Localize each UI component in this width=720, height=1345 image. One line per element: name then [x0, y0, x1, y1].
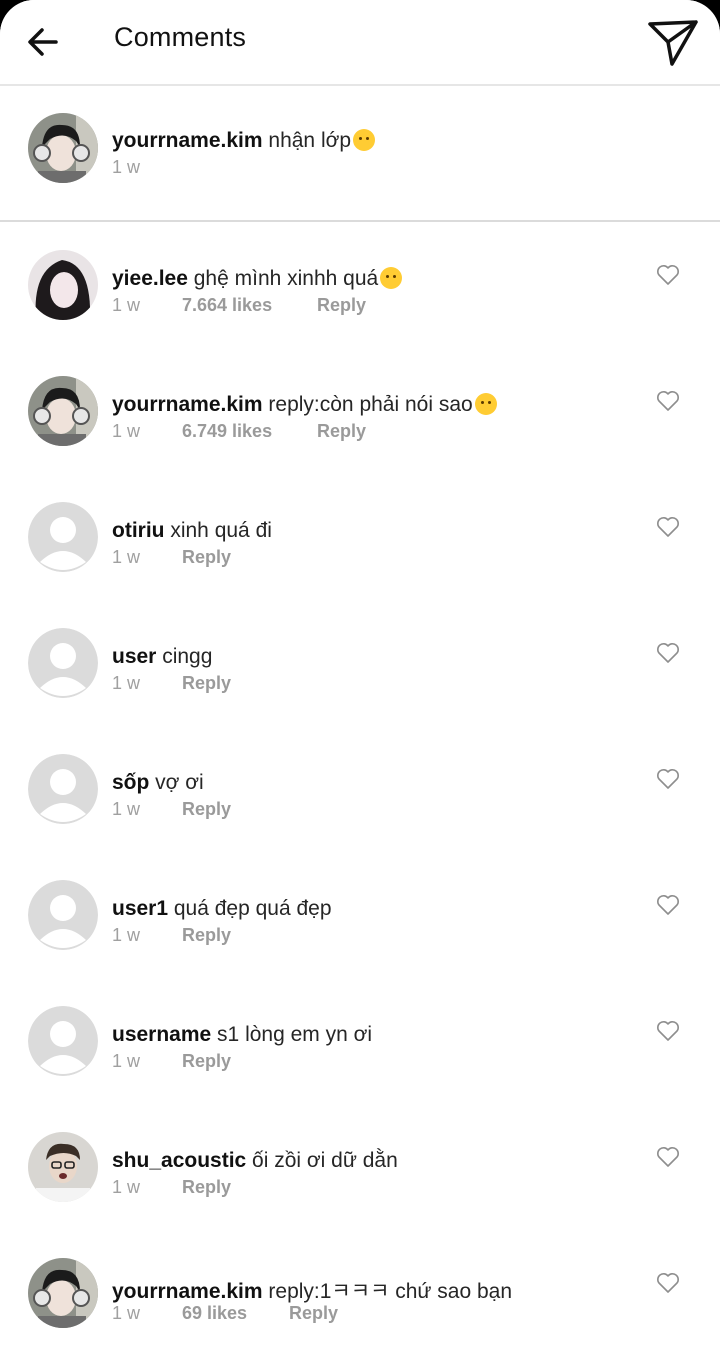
comment-text: yourrname.kim reply:còn phải nói sao — [112, 393, 497, 417]
reply-button[interactable]: Reply — [182, 547, 231, 568]
comments-screen: Comments yourrname.kim nhận lớp 1 w yiee… — [0, 0, 720, 1345]
comment-row: username s1 lòng em yn ơi 1 w Reply — [0, 976, 720, 1102]
comment-username[interactable]: user1 — [112, 897, 168, 920]
comment-username[interactable]: username — [112, 1023, 211, 1046]
heart-icon[interactable] — [656, 894, 680, 916]
comment-username[interactable]: yiee.lee — [112, 267, 188, 290]
comment-row: user1 quá đẹp quá đẹp 1 w Reply — [0, 850, 720, 976]
comment-message: ối zồi ơi dữ dằn — [246, 1149, 398, 1172]
avatar-photo — [28, 250, 98, 320]
avatar[interactable] — [28, 113, 98, 183]
reply-button[interactable]: Reply — [182, 925, 231, 946]
heart-icon[interactable] — [656, 390, 680, 412]
likes-count[interactable]: 7.664 likes — [182, 295, 272, 316]
reply-button[interactable]: Reply — [182, 1051, 231, 1072]
comment-text: username s1 lòng em yn ơi — [112, 1023, 372, 1047]
comment-row: yourrname.kim reply:1ㅋㅋㅋ chứ sao bạn 1 w… — [0, 1228, 720, 1345]
avatar-photo — [28, 376, 98, 446]
avatar-photo — [28, 1132, 98, 1202]
default-avatar-icon — [28, 754, 98, 824]
avatar[interactable] — [28, 502, 98, 572]
comment-text: user cingg — [112, 645, 212, 669]
avatar-photo — [28, 113, 98, 183]
post-caption: yourrname.kim nhận lớp 1 w — [0, 86, 720, 222]
comment-row: sốp vợ ơi 1 w Reply — [0, 724, 720, 850]
comment-username[interactable]: yourrname.kim — [112, 1280, 263, 1303]
comment-row: yiee.lee ghệ mình xinhh quá 1 w 7.664 li… — [0, 220, 720, 346]
kissing-heart-emoji — [353, 129, 376, 151]
comment-text: shu_acoustic ối zồi ơi dữ dằn — [112, 1149, 398, 1173]
comment-message: quá đẹp quá đẹp — [168, 897, 332, 920]
top-bar: Comments — [0, 0, 720, 86]
comment-row: shu_acoustic ối zồi ơi dữ dằn 1 w Reply — [0, 1102, 720, 1228]
avatar[interactable] — [28, 628, 98, 698]
avatar[interactable] — [28, 1006, 98, 1076]
heart-icon[interactable] — [656, 264, 680, 286]
comment-text: otiriu xinh quá đi — [112, 519, 272, 543]
comment-message: reply:1ㅋㅋㅋ chứ sao bạn — [262, 1280, 513, 1303]
avatar-photo — [28, 1258, 98, 1328]
default-avatar-icon — [28, 880, 98, 950]
comment-time: 1 w — [112, 1177, 141, 1197]
page-title: Comments — [114, 22, 247, 52]
avatar[interactable] — [28, 1258, 98, 1328]
comment-time: 1 w — [112, 295, 141, 315]
reply-button[interactable]: Reply — [317, 295, 366, 316]
avatar[interactable] — [28, 1132, 98, 1202]
caption-username[interactable]: yourrname.kim — [112, 129, 263, 152]
avatar[interactable] — [28, 880, 98, 950]
reply-button[interactable]: Reply — [182, 799, 231, 820]
likes-count[interactable]: 6.749 likes — [182, 421, 272, 442]
comment-row: yourrname.kim reply:còn phải nói sao 1 w… — [0, 346, 720, 472]
heart-icon[interactable] — [656, 642, 680, 664]
woozy-face-emoji — [380, 267, 403, 289]
comment-username[interactable]: user — [112, 645, 156, 668]
heart-icon[interactable] — [656, 768, 680, 790]
comment-text: yiee.lee ghệ mình xinhh quá — [112, 267, 403, 291]
reply-button[interactable]: Reply — [182, 673, 231, 694]
default-avatar-icon — [28, 1006, 98, 1076]
comment-row: otiriu xinh quá đi 1 w Reply — [0, 472, 720, 598]
comment-message: s1 lòng em yn ơi — [211, 1023, 373, 1046]
reply-button[interactable]: Reply — [182, 1177, 231, 1198]
avatar[interactable] — [28, 376, 98, 446]
heart-icon[interactable] — [656, 1272, 680, 1294]
comment-message: ghệ mình xinhh quá — [187, 267, 379, 290]
comment-row: user cingg 1 w Reply — [0, 598, 720, 724]
caption-message: nhận lớp — [262, 129, 352, 152]
default-avatar-icon — [28, 502, 98, 572]
comment-time: 1 w — [112, 1303, 141, 1323]
comment-time: 1 w — [112, 799, 141, 819]
reply-button[interactable]: Reply — [317, 421, 366, 442]
caption-text: yourrname.kim nhận lớp — [112, 129, 376, 153]
comment-time: 1 w — [112, 421, 141, 441]
heart-icon[interactable] — [656, 516, 680, 538]
comment-time: 1 w — [112, 547, 141, 567]
likes-count[interactable]: 69 likes — [182, 1303, 247, 1324]
heart-icon[interactable] — [656, 1146, 680, 1168]
caption-time: 1 w — [112, 157, 141, 177]
comment-username[interactable]: shu_acoustic — [112, 1149, 246, 1172]
comment-message: xinh quá đi — [164, 519, 272, 542]
kissing-face-emoji — [474, 393, 497, 415]
comment-text: user1 quá đẹp quá đẹp — [112, 897, 332, 921]
comment-username[interactable]: otiriu — [112, 519, 165, 542]
avatar[interactable] — [28, 754, 98, 824]
comment-message: vợ ơi — [149, 771, 204, 794]
comment-username[interactable]: sốp — [112, 771, 149, 794]
default-avatar-icon — [28, 628, 98, 698]
back-arrow-icon[interactable] — [22, 20, 66, 64]
comment-username[interactable]: yourrname.kim — [112, 393, 263, 416]
comment-text: yourrname.kim reply:1ㅋㅋㅋ chứ sao bạn — [112, 1275, 512, 1305]
avatar[interactable] — [28, 250, 98, 320]
heart-icon[interactable] — [656, 1020, 680, 1042]
reply-button[interactable]: Reply — [289, 1303, 338, 1324]
comment-message: reply:còn phải nói sao — [262, 393, 473, 416]
comment-time: 1 w — [112, 673, 141, 693]
comment-time: 1 w — [112, 1051, 141, 1071]
comment-text: sốp vợ ơi — [112, 771, 204, 795]
comment-time: 1 w — [112, 925, 141, 945]
send-direct-icon[interactable] — [646, 16, 700, 70]
comment-message: cingg — [156, 645, 213, 668]
